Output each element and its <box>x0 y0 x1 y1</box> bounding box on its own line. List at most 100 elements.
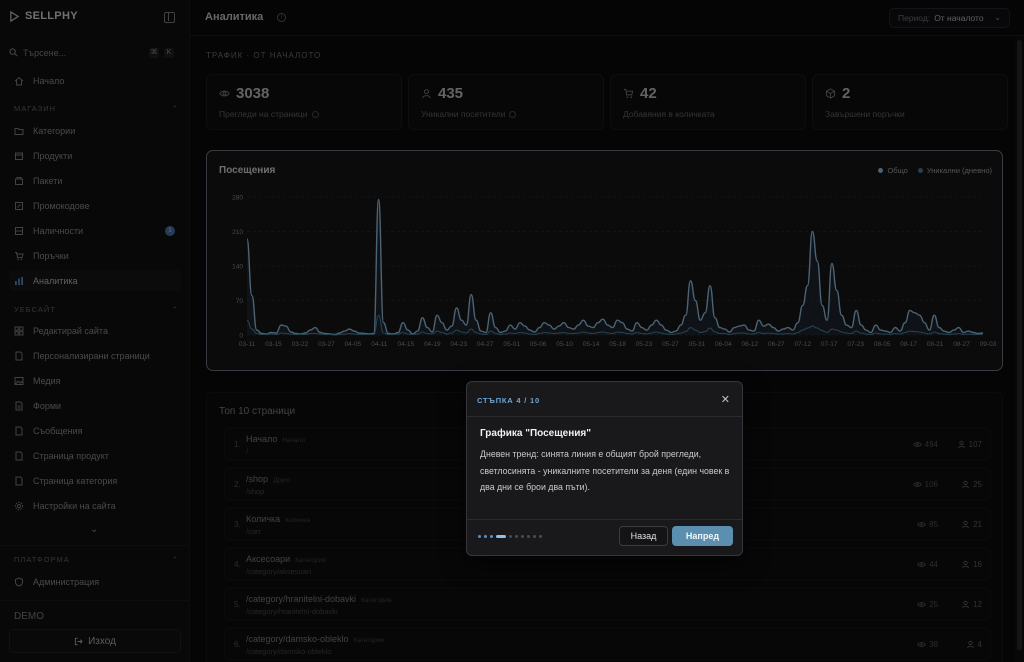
sidebar-item-stock[interactable]: Наличности 1 <box>9 220 181 241</box>
table-row[interactable]: 6. /category/damsko-obleklo Категория/cate… <box>224 627 991 661</box>
tour-step-dot <box>490 535 493 538</box>
section-platform[interactable]: ПЛАТФОРМА ⌃ <box>14 555 179 564</box>
logout-button[interactable]: Изход <box>9 629 181 653</box>
section-label: МАГАЗИН <box>14 104 57 113</box>
sidebar-item-product-page[interactable]: Страница продукт <box>9 445 181 466</box>
stat-card-unique-visitors: 435 Уникални посетители <box>408 74 604 130</box>
sidebar-item-label: Наличности <box>33 225 84 236</box>
tour-step-dot <box>478 535 481 538</box>
tour-back-button[interactable]: Назад <box>619 526 668 546</box>
row-title: Начало <box>246 434 278 444</box>
sidebar-item-packages[interactable]: Пакети <box>9 170 181 191</box>
search-box[interactable]: Търсене... ⌘ K <box>9 44 181 61</box>
folder-icon <box>14 126 24 136</box>
stat-card-completed-orders: 2 Завършени поръчки <box>812 74 1008 130</box>
tour-next-button[interactable]: Напред <box>672 526 733 546</box>
sidebar-item-edit-site[interactable]: Редактирай сайта <box>9 320 181 341</box>
row-path: /shop <box>246 487 265 496</box>
row-path: / <box>246 447 249 456</box>
sidebar-item-home[interactable]: Начало <box>9 70 181 91</box>
table-row[interactable]: 5. /category/hranitelni-dobavki Категория /… <box>224 587 991 621</box>
info-icon[interactable] <box>311 110 319 118</box>
tour-divider <box>467 519 742 520</box>
sidebar-divider <box>0 545 190 546</box>
brand-logo[interactable]: SELLPHY <box>9 10 78 22</box>
user-icon <box>966 640 974 649</box>
user-icon <box>962 560 970 569</box>
sidebar-item-site-settings[interactable]: Настройки на сайта <box>9 495 181 516</box>
traffic-section-title: ТРАФИК · ОТ НАЧАЛОТО <box>206 51 322 60</box>
page-title: Аналитика <box>205 11 264 23</box>
eye-icon <box>219 90 230 97</box>
sidebar-item-custom-pages[interactable]: Персонализирани страници <box>9 345 181 366</box>
info-icon[interactable]: i <box>277 13 286 22</box>
row-tag: Категория <box>353 637 384 644</box>
search-icon <box>9 48 18 57</box>
sidebar-item-media[interactable]: Медия <box>9 370 181 391</box>
package-icon <box>14 176 24 186</box>
environment-label: DEMO <box>14 611 44 622</box>
row-title: Количка <box>246 514 281 524</box>
sidebar-item-orders[interactable]: Поръчки <box>9 245 181 266</box>
row-users: 21 <box>973 520 982 529</box>
row-views: 85 <box>929 520 938 529</box>
eye-icon <box>912 442 922 447</box>
chevron-down-icon[interactable]: ⌄ <box>90 524 98 535</box>
sidebar-item-products[interactable]: Продукти <box>9 145 181 166</box>
sidebar-collapse-icon[interactable] <box>164 12 175 23</box>
sidebar-item-label: Администрация <box>33 576 100 587</box>
row-rank: 1. <box>234 440 241 449</box>
top-bar: Аналитика i Период: От началото ⌄ <box>190 0 1024 36</box>
home-icon <box>14 76 24 86</box>
row-rank: 5. <box>234 600 241 609</box>
sidebar-item-messages[interactable]: Съобщения <box>9 420 181 441</box>
shortcut-key-k: K <box>164 47 174 58</box>
sidebar-item-label: Персонализирани страници <box>33 350 150 361</box>
sidebar-item-label: Съобщения <box>33 425 83 436</box>
sidebar-item-categories[interactable]: Категории <box>9 120 181 141</box>
row-title: Аксесоари <box>246 554 291 564</box>
stat-value: 3038 <box>236 85 270 102</box>
logout-label: Изход <box>88 635 116 647</box>
sidebar-item-category-page[interactable]: Страница категория <box>9 470 181 491</box>
row-tag: Категория <box>361 597 392 604</box>
stock-icon <box>14 226 24 236</box>
analytics-icon <box>14 276 24 286</box>
tour-body: Дневен тренд: синята линия е общият брой… <box>480 449 730 492</box>
info-icon[interactable] <box>509 110 517 118</box>
row-tag: Категория <box>295 557 326 564</box>
scrollbar-thumb[interactable] <box>1017 40 1022 650</box>
section-website[interactable]: УЕБСАЙТ ⌃ <box>14 305 179 314</box>
stock-badge: 1 <box>165 225 175 236</box>
tour-step-dot <box>539 535 542 538</box>
sidebar-item-administration[interactable]: Администрация <box>9 571 181 592</box>
row-users: 107 <box>968 440 982 449</box>
chevron-up-icon: ⌃ <box>171 305 179 314</box>
row-users: 25 <box>973 480 982 489</box>
section-shop[interactable]: МАГАЗИН ⌃ <box>14 104 179 113</box>
sidebar-item-forms[interactable]: Форми <box>9 395 181 416</box>
period-select[interactable]: Период: От началото ⌄ <box>889 8 1010 28</box>
sidebar-item-promocodes[interactable]: Промокодове <box>9 195 181 216</box>
sidebar-item-label: Медия <box>33 375 61 386</box>
tour-step-dot <box>527 535 530 538</box>
box-icon <box>14 151 24 161</box>
image-icon <box>14 376 24 386</box>
sidebar-item-label: Поръчки <box>33 250 69 261</box>
stat-value: 435 <box>438 85 464 102</box>
sidebar-item-label: Промокодове <box>33 200 90 211</box>
row-views: 25 <box>929 600 938 609</box>
sidebar-item-label: Пакети <box>33 175 63 186</box>
row-views: 44 <box>929 560 938 569</box>
sidebar-item-analytics[interactable]: Аналитика <box>9 270 181 291</box>
row-title: /shop <box>246 474 269 484</box>
tour-highlight <box>206 150 1003 371</box>
shortcut-key-cmd: ⌘ <box>149 47 159 58</box>
close-icon[interactable]: ✕ <box>721 393 730 406</box>
brand-name: SELLPHY <box>25 10 78 22</box>
app-window: SELLPHY Търсене... ⌘ K Начало МАГАЗИН ⌃ … <box>0 0 1024 662</box>
tag-icon <box>14 201 24 211</box>
row-title: /category/hranitelni-dobavki <box>246 594 357 604</box>
tour-step-dot <box>509 535 512 538</box>
stat-label: Добавяния в количката <box>623 109 715 119</box>
